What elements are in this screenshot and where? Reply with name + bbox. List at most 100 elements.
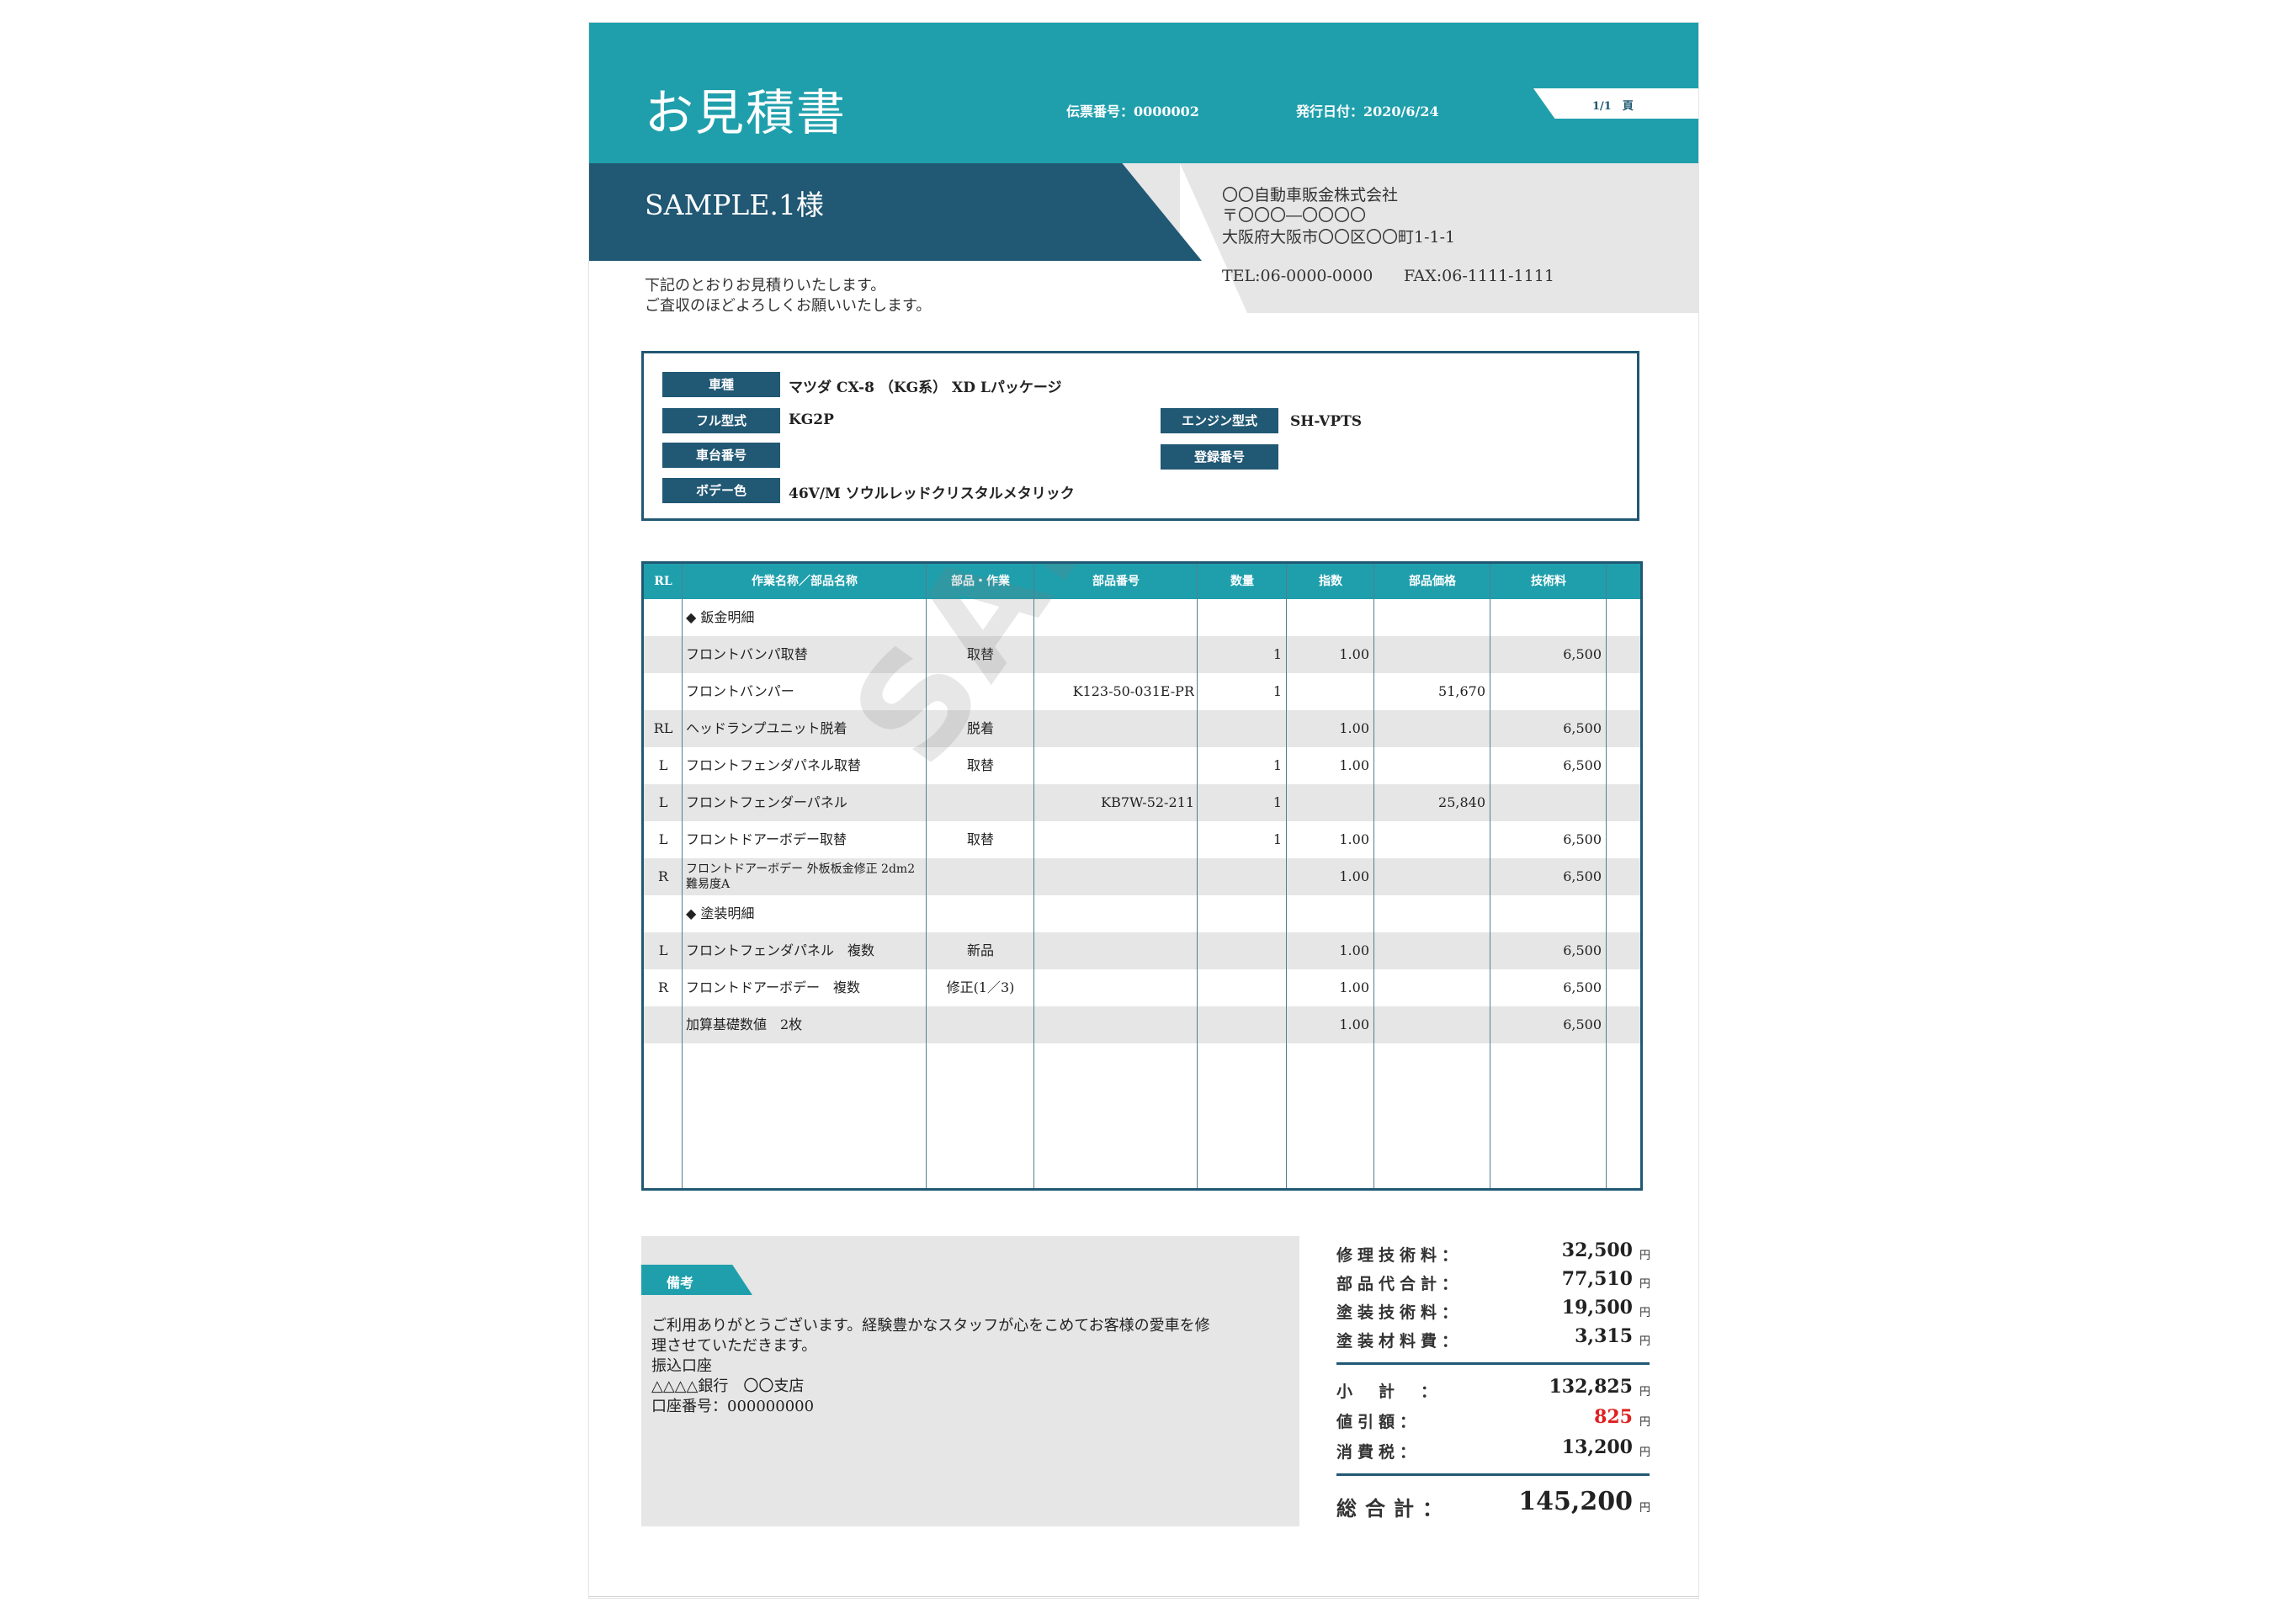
paint-fee-label: 塗装技術料： xyxy=(1336,1303,1464,1322)
col-name: 作業名称／部品名称 xyxy=(752,575,858,588)
cell-kind: 取替 xyxy=(966,646,994,662)
cell-price: 51,670 xyxy=(1438,683,1485,699)
cell-part-no: K123-50-031E-PR xyxy=(1072,683,1194,699)
remark-line: 振込口座 xyxy=(651,1357,712,1375)
cell-index: 1.00 xyxy=(1339,831,1369,847)
cell-qty xyxy=(1201,858,1282,895)
cell-index: 1.00 xyxy=(1339,979,1369,995)
table-row: フロントバンパー K123-50-031E-PR 1 51,670 xyxy=(644,673,1640,710)
cell-price xyxy=(1378,932,1485,969)
cell-qty: 1 xyxy=(1272,646,1282,662)
remark-line: △△△△銀行 〇〇支店 xyxy=(651,1377,805,1395)
cell-fee xyxy=(1494,599,1602,636)
grand-total-value: 145,200 xyxy=(1518,1487,1633,1516)
col-part-no: 部品番号 xyxy=(1092,575,1140,588)
cell-kind xyxy=(930,784,1031,821)
paint-material-value: 3,315 xyxy=(1575,1325,1633,1347)
table-row: 加算基礎数値 2枚 1.00 6,500 xyxy=(644,1006,1640,1043)
table-header: RL 作業名称／部品名称 部品・作業 部品番号 数量 指数 部品価格 技術料 xyxy=(644,564,1640,599)
cell-price xyxy=(1378,710,1485,747)
cell-name: 加算基礎数値 2枚 xyxy=(686,1016,803,1032)
body-color-label: ボデー色 xyxy=(662,478,780,503)
cell-rl: L xyxy=(658,794,668,810)
remarks-label: 備考 xyxy=(667,1275,694,1291)
tax-value: 13,200 xyxy=(1561,1436,1633,1458)
bottom-rule xyxy=(589,1596,1698,1597)
cell-part-no xyxy=(1038,932,1194,969)
column-divider xyxy=(682,564,683,1188)
table-row: RL ヘッドランプユニット脱着 脱着 1.00 6,500 xyxy=(644,710,1640,747)
cell-name: フロントドアーボデー 複数 xyxy=(686,979,861,995)
cell-kind: 修正(1／3) xyxy=(946,979,1015,995)
table-row: L フロントドアーボデー取替 取替 1 1.00 6,500 xyxy=(644,821,1640,858)
parts-total-label: 部品代合計： xyxy=(1336,1275,1464,1293)
paint-fee-value: 19,500 xyxy=(1561,1297,1633,1319)
cell-kind xyxy=(930,1006,1031,1043)
cell-name: フロントフェンダパネル 複数 xyxy=(686,942,875,958)
cell-fee: 6,500 xyxy=(1563,942,1602,958)
slip-number: 伝票番号：0000002 xyxy=(1066,103,1199,119)
cell-part-no xyxy=(1038,821,1194,858)
cell-rl xyxy=(647,673,679,710)
column-divider xyxy=(1197,564,1198,1188)
yen-unit: 円 xyxy=(1639,1307,1651,1319)
cell-index xyxy=(1290,895,1369,932)
repair-fee-label: 修理技術料： xyxy=(1336,1246,1464,1265)
yen-unit: 円 xyxy=(1639,1335,1651,1348)
cell-qty: 1 xyxy=(1272,794,1282,810)
page-number: 1/1 頁 xyxy=(1592,100,1634,113)
cell-name: フロントドアーボデー取替 xyxy=(686,831,847,847)
cell-qty xyxy=(1201,599,1282,636)
table-row: フロントバンパ取替 取替 1 1.00 6,500 xyxy=(644,636,1640,673)
cell-kind: 脱着 xyxy=(966,720,994,736)
cell-fee: 6,500 xyxy=(1563,868,1602,884)
cell-rl xyxy=(647,895,679,932)
subtotal-value: 132,825 xyxy=(1549,1376,1633,1398)
cell-rl: R xyxy=(657,868,669,884)
cell-name: フロントバンパー xyxy=(686,683,794,699)
cell-qty: 1 xyxy=(1272,831,1282,847)
cell-kind xyxy=(930,895,1031,932)
customer-name: SAMPLE.1様 xyxy=(645,188,824,221)
cell-qty xyxy=(1201,932,1282,969)
cell-part-no xyxy=(1038,599,1194,636)
cell-name: フロントフェンダーパネル xyxy=(686,794,847,810)
yen-unit: 円 xyxy=(1639,1278,1651,1291)
company-name: 〇〇自動車販金株式会社 xyxy=(1222,186,1399,204)
totals-divider xyxy=(1336,1362,1650,1365)
cell-name: ヘッドランプユニット脱着 xyxy=(686,720,847,736)
company-tel: TEL:06-0000-0000 xyxy=(1222,267,1373,285)
yen-unit: 円 xyxy=(1639,1416,1651,1429)
cell-index xyxy=(1290,599,1369,636)
cell-index: 1.00 xyxy=(1339,757,1369,773)
cell-name: フロントドアーボデー 外板板金修正 2dm2 難易度A xyxy=(686,862,916,891)
remarks-box: 備考 ご利用ありがとうございます。経験豊かなスタッフが心をこめてお客様の愛車を修… xyxy=(641,1236,1299,1526)
column-divider xyxy=(1606,564,1607,1188)
yen-unit: 円 xyxy=(1639,1502,1651,1515)
company-zip: 〒〇〇〇―〇〇〇〇 xyxy=(1222,206,1367,225)
cell-qty: 1 xyxy=(1272,757,1282,773)
remark-line: 理させていただきます。 xyxy=(651,1337,817,1355)
repair-fee-value: 32,500 xyxy=(1561,1239,1633,1261)
yen-unit: 円 xyxy=(1639,1386,1651,1398)
cell-fee xyxy=(1494,673,1602,710)
paint-material-label: 塗装材料費： xyxy=(1336,1332,1464,1351)
cell-fee: 6,500 xyxy=(1563,831,1602,847)
cell-fee xyxy=(1494,784,1602,821)
subtotal-label: 小 計 ： xyxy=(1336,1383,1443,1401)
full-type-value: KG2P xyxy=(789,411,834,428)
table-row: L フロントフェンダパネル取替 取替 1 1.00 6,500 xyxy=(644,747,1640,784)
cell-fee: 6,500 xyxy=(1563,757,1602,773)
cell-name: フロントフェンダパネル取替 xyxy=(686,757,862,773)
cell-fee: 6,500 xyxy=(1563,720,1602,736)
cell-part-no: KB7W-52-211 xyxy=(1101,794,1194,810)
discount-label: 値引額： xyxy=(1336,1413,1421,1431)
col-index: 指数 xyxy=(1319,575,1342,588)
cell-name: ◆ 鈑金明細 xyxy=(686,609,755,625)
grand-total-label: 総合計： xyxy=(1336,1496,1451,1521)
cell-part-no xyxy=(1038,858,1194,895)
col-kind: 部品・作業 xyxy=(951,575,1010,588)
cell-price xyxy=(1378,747,1485,784)
cell-index xyxy=(1290,673,1369,710)
cell-part-no xyxy=(1038,747,1194,784)
